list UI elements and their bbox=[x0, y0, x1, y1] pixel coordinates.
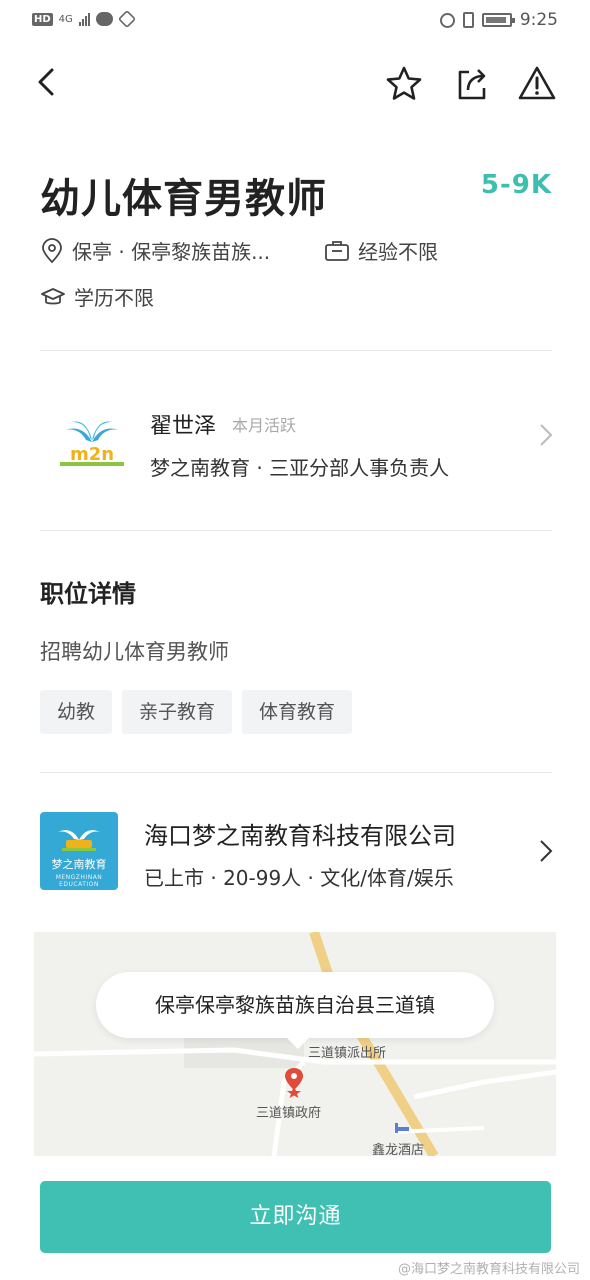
company-card[interactable]: 梦之南教育 MENGZHINAN EDUCATION 海口梦之南教育科技有限公司… bbox=[0, 800, 590, 910]
experience-row: 经验不限 bbox=[324, 236, 438, 265]
map-poi-label: 鑫龙酒店 bbox=[372, 1143, 425, 1156]
location-row: 保亭 · 保亭黎族苗族... bbox=[40, 236, 270, 265]
map-poi-label: 三道镇派出所 bbox=[308, 1046, 387, 1061]
divider bbox=[40, 350, 552, 351]
location-map[interactable]: 保亭保亭黎族苗族自治县三道镇 三道镇派出所 三道镇政府 鑫龙酒店 bbox=[34, 932, 556, 1156]
job-description: 招聘幼儿体育男教师 bbox=[40, 640, 229, 664]
tag-list: 幼教 亲子教育 体育教育 bbox=[40, 690, 353, 734]
chevron-left-icon[interactable] bbox=[28, 62, 68, 102]
tag: 幼教 bbox=[40, 690, 113, 734]
experience-text: 经验不限 bbox=[358, 240, 438, 264]
education-text: 学历不限 bbox=[74, 286, 154, 310]
recruiter-name: 翟世泽 bbox=[150, 414, 217, 439]
watermark: @海口梦之南教育科技有限公司 bbox=[397, 1262, 580, 1277]
warning-icon[interactable] bbox=[517, 64, 557, 104]
company-logo-text: 梦之南教育 bbox=[51, 858, 107, 871]
shield-icon bbox=[117, 9, 136, 29]
tag: 体育教育 bbox=[242, 690, 353, 734]
network-type: 4G bbox=[58, 13, 73, 25]
alarm-icon bbox=[439, 12, 455, 28]
education-row: 学历不限 bbox=[40, 282, 154, 311]
chevron-right-icon bbox=[540, 424, 553, 446]
tag: 亲子教育 bbox=[122, 690, 233, 734]
section-title-details: 职位详情 bbox=[40, 580, 136, 608]
nav-bar bbox=[0, 52, 590, 116]
bubble-pointer bbox=[286, 1037, 310, 1049]
clock: 9:25 bbox=[519, 10, 558, 30]
map-pin-icon bbox=[285, 1068, 303, 1098]
company-logo: 梦之南教育 MENGZHINAN EDUCATION bbox=[40, 812, 118, 890]
recruiter-role: 梦之南教育 · 三亚分部人事负责人 bbox=[150, 456, 450, 480]
recruiter-active-status: 本月活跃 bbox=[232, 416, 297, 435]
recruiter-card[interactable]: m2n 翟世泽 本月活跃 梦之南教育 · 三亚分部人事负责人 bbox=[0, 380, 590, 510]
hd-badge: HD bbox=[32, 12, 53, 26]
company-logo-subtext: MENGZHINAN EDUCATION bbox=[55, 874, 103, 888]
hotel-icon bbox=[395, 1123, 409, 1133]
recruiter-logo-text: m2n bbox=[70, 444, 114, 465]
company-info: 已上市 · 20-99人 · 文化/体育/娱乐 bbox=[144, 866, 454, 890]
star-icon[interactable] bbox=[384, 64, 424, 104]
signal-icon bbox=[78, 12, 90, 26]
divider bbox=[40, 530, 552, 531]
chat-now-button[interactable]: 立即沟通 bbox=[40, 1181, 551, 1253]
graduation-cap-icon bbox=[41, 287, 65, 304]
palm-logo-icon bbox=[58, 830, 100, 851]
company-name: 海口梦之南教育科技有限公司 bbox=[144, 822, 456, 850]
status-right: 9:25 bbox=[439, 10, 558, 30]
map-address-bubble: 保亭保亭黎族苗族自治县三道镇 bbox=[96, 972, 494, 1038]
message-icon bbox=[95, 12, 113, 26]
recruiter-avatar: m2n bbox=[60, 421, 124, 466]
job-title: 幼儿体育男教师 bbox=[40, 176, 327, 222]
vibrate-icon bbox=[462, 12, 474, 28]
briefcase-icon bbox=[325, 240, 349, 261]
map-poi-label: 三道镇政府 bbox=[256, 1106, 322, 1121]
salary: 5-9K bbox=[480, 170, 552, 200]
location-pin-icon bbox=[42, 237, 62, 263]
status-bar: HD 4G 9:25 bbox=[0, 0, 590, 42]
chevron-right-icon bbox=[540, 840, 553, 862]
battery-icon bbox=[481, 13, 515, 27]
status-left: HD 4G bbox=[32, 9, 136, 29]
location-text: 保亭 · 保亭黎族苗族... bbox=[72, 240, 271, 264]
divider bbox=[40, 772, 552, 773]
share-icon[interactable] bbox=[452, 64, 492, 104]
